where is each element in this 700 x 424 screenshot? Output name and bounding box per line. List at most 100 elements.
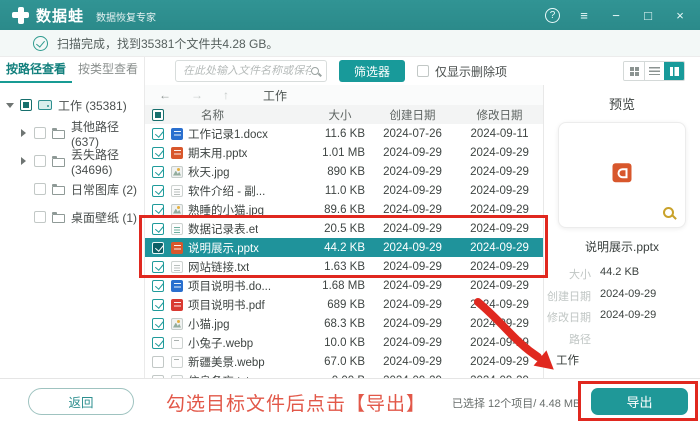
minimize-icon[interactable]: − (608, 7, 624, 23)
caret-right-icon[interactable] (19, 129, 28, 137)
table-row[interactable]: 数据记录表.et 20.5 KB 2024-09-29 2024-09-29 (145, 219, 543, 238)
column-name[interactable]: 名称 (171, 107, 311, 123)
table-row[interactable]: 信息备忘.txt 0.00 B 2024-09-29 2024-09-29 (145, 371, 543, 378)
window-controls: ? ≡ − □ × (545, 7, 688, 23)
search-input[interactable] (183, 65, 311, 77)
select-all-checkbox[interactable] (152, 108, 164, 121)
file-details: 大小 44.2 KB 创建日期 2024-09-29 修改日期 2024-09-… (544, 266, 700, 347)
folder-tree: 工作 (35381) 其他路径 (637) 丢失路径 (34696) 日常图库 … (0, 83, 144, 231)
table-row-selected[interactable]: 说明展示.pptx 44.2 KB 2024-09-29 2024-09-29 (145, 238, 543, 257)
row-checkbox[interactable] (152, 222, 164, 235)
table-row[interactable]: 网站链接.txt 1.63 KB 2024-09-29 2024-09-29 (145, 257, 543, 276)
table-row[interactable]: 工作记录1.docx 11.6 KB 2024-07-26 2024-09-11 (145, 124, 543, 143)
folder-icon (52, 127, 65, 139)
nav-back-icon[interactable]: ← (159, 88, 171, 102)
annotation-text: 勾选目标文件后点击【导出】 (166, 394, 427, 415)
scan-status-text: 扫描完成，找到35381个文件共4.28 GB。 (57, 36, 279, 51)
table-header: 名称 大小 创建日期 修改日期 (145, 105, 543, 124)
row-checkbox[interactable] (152, 355, 164, 368)
search-icon[interactable] (311, 67, 319, 75)
column-created[interactable]: 创建日期 (369, 107, 456, 123)
filter-button[interactable]: 筛选器 (339, 60, 406, 82)
deleted-only-checkbox[interactable] (417, 65, 430, 77)
caret-right-icon[interactable] (19, 157, 28, 165)
tree-checkbox[interactable] (34, 183, 46, 195)
breadcrumb: ← → ↑ 工作 (145, 85, 543, 105)
detail-value: 44.2 KB (600, 266, 640, 278)
menu-icon[interactable]: ≡ (576, 7, 592, 23)
column-modified[interactable]: 修改日期 (456, 107, 543, 123)
webp-file-icon (171, 355, 183, 368)
row-checkbox[interactable] (152, 203, 164, 216)
docx-file-icon (171, 279, 183, 292)
preview-panel: 预览 说明展示.pptx 大小 44.2 KB 创建日期 2024-09-29 … (543, 85, 700, 378)
row-checkbox[interactable] (152, 298, 164, 311)
table-row[interactable]: 小猫.jpg 68.3 KB 2024-09-29 2024-09-29 (145, 314, 543, 333)
scan-status-bar: 扫描完成，找到35381个文件共4.28 GB。 (0, 30, 700, 57)
row-checkbox[interactable] (152, 127, 164, 140)
tree-item-other-paths[interactable]: 其他路径 (637) (0, 119, 144, 149)
column-size[interactable]: 大小 (311, 107, 369, 123)
table-row[interactable]: 软件介绍 - 副... 11.0 KB 2024-09-29 2024-09-2… (145, 181, 543, 200)
export-button[interactable]: 导出 (591, 388, 688, 415)
table-row[interactable]: 小兔子.webp 10.0 KB 2024-09-29 2024-09-29 (145, 333, 543, 352)
detail-label: 创建日期 (547, 290, 591, 303)
row-checkbox[interactable] (152, 279, 164, 292)
image-file-icon (171, 165, 183, 178)
grid-view-button[interactable] (624, 62, 644, 80)
tree-item-desktop-wallpaper[interactable]: 桌面壁纸 (1) (0, 203, 144, 231)
detail-value: 2024-09-29 (600, 287, 657, 300)
preview-filename: 说明展示.pptx (584, 240, 660, 254)
detail-label: 路径 (569, 333, 591, 346)
tree-checkbox[interactable] (34, 211, 46, 223)
nav-up-icon[interactable]: ↑ (223, 88, 229, 102)
row-checkbox[interactable] (152, 241, 164, 254)
help-icon[interactable]: ? (545, 7, 560, 23)
zoom-preview-icon[interactable] (663, 207, 674, 218)
image-file-icon (171, 203, 183, 216)
table-row[interactable]: 项目说明书.do... 1.68 MB 2024-09-29 2024-09-2… (145, 276, 543, 295)
tree-item-lost-paths[interactable]: 丢失路径 (34696) (0, 147, 144, 177)
table-row[interactable]: 期末用.pptx 1.01 MB 2024-09-29 2024-09-29 (145, 143, 543, 162)
row-checkbox[interactable] (152, 317, 164, 330)
preview-thumbnail (558, 122, 686, 228)
image-file-icon (171, 317, 183, 330)
file-table: 名称 大小 创建日期 修改日期 工作记录1.docx 11.6 KB 2024-… (145, 105, 543, 378)
drive-icon (38, 100, 52, 110)
selection-summary: 已选择 12个项目/ 4.48 MB (452, 398, 581, 410)
table-row[interactable]: 秋天.jpg 890 KB 2024-09-29 2024-09-29 (145, 162, 543, 181)
close-icon[interactable]: × (672, 7, 688, 23)
table-row[interactable]: 项目说明书.pdf 689 KB 2024-09-29 2024-09-29 (145, 295, 543, 314)
text-file-icon (171, 260, 183, 273)
row-checkbox[interactable] (152, 184, 164, 197)
tab-view-by-type[interactable]: 按类型查看 (72, 57, 144, 83)
row-checkbox[interactable] (152, 260, 164, 273)
webp-file-icon (171, 336, 183, 349)
caret-down-icon[interactable] (5, 102, 14, 108)
detail-label: 修改日期 (547, 312, 591, 324)
tree-item-label: 桌面壁纸 (1) (71, 210, 138, 225)
tree-checkbox[interactable] (20, 99, 32, 111)
view-toggle-group (623, 61, 685, 81)
deleted-only-toggle[interactable]: 仅显示删除项 (417, 63, 507, 80)
table-row[interactable]: 新疆美景.webp 67.0 KB 2024-09-29 2024-09-29 (145, 352, 543, 371)
tree-checkbox[interactable] (34, 127, 46, 139)
tree-checkbox[interactable] (34, 155, 46, 167)
row-checkbox[interactable] (152, 336, 164, 349)
table-row[interactable]: 熟睡的小猫.jpg 89.6 KB 2024-09-29 2024-09-29 (145, 200, 543, 219)
list-view-button[interactable] (644, 62, 664, 80)
detail-label: 大小 (569, 269, 591, 281)
detail-view-button[interactable] (664, 62, 684, 80)
tab-view-by-path[interactable]: 按路径查看 (0, 57, 72, 83)
preview-title: 预览 (608, 97, 635, 112)
document-file-icon (171, 184, 183, 197)
nav-forward-icon[interactable]: → (191, 88, 203, 102)
tree-item-daily-gallery[interactable]: 日常图库 (2) (0, 175, 144, 203)
maximize-icon[interactable]: □ (640, 7, 656, 23)
folder-icon (52, 183, 65, 195)
sidebar-tabs: 按路径查看 按类型查看 (0, 57, 144, 83)
tree-item-work[interactable]: 工作 (35381) (0, 91, 144, 119)
row-checkbox[interactable] (152, 165, 164, 178)
row-checkbox[interactable] (152, 146, 164, 159)
back-button[interactable]: 返回 (28, 388, 134, 415)
